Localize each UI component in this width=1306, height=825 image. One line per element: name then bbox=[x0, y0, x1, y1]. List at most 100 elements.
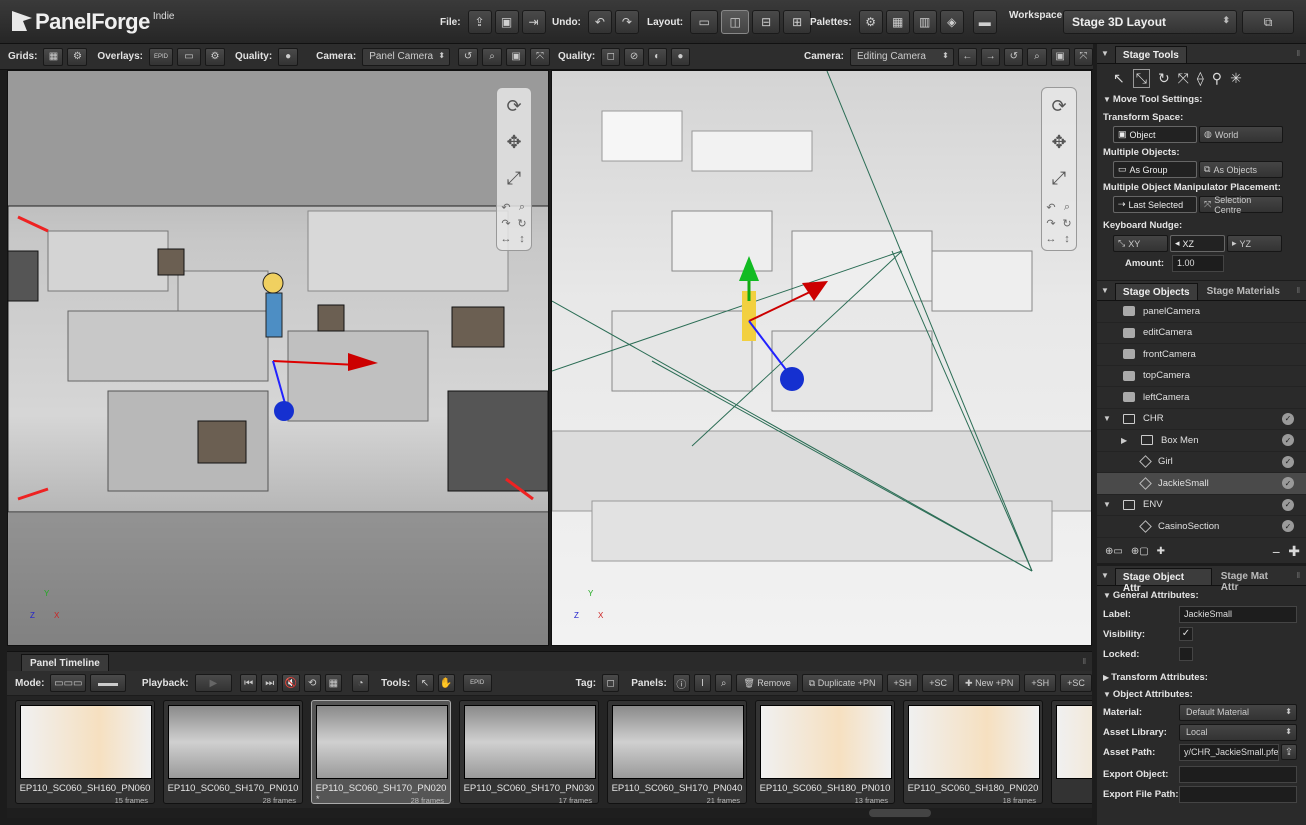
visible-check-icon[interactable]: ✓ bbox=[1282, 520, 1294, 533]
tab-stage-materials[interactable]: Stage Materials bbox=[1200, 283, 1287, 300]
tree-item-editcamera[interactable]: editCamera bbox=[1097, 323, 1306, 344]
tree-item-box-men[interactable]: ▶ Box Men ✓ bbox=[1097, 430, 1306, 452]
visible-check-icon[interactable]: ✓ bbox=[1282, 412, 1294, 425]
tree-item-leftcamera[interactable]: leftCamera bbox=[1097, 387, 1306, 409]
panel-grip-icon[interactable]: ‖ bbox=[1083, 657, 1086, 666]
palette-grid-icon[interactable]: ▦ bbox=[885, 10, 910, 34]
hand-tool-icon[interactable]: ✋ bbox=[437, 674, 455, 692]
orbit-icon[interactable]: ⟳ bbox=[500, 92, 528, 120]
timer-icon[interactable]: ◔ bbox=[351, 674, 370, 692]
export-path-input[interactable] bbox=[1179, 785, 1297, 803]
grid-settings-icon[interactable]: ⚙ bbox=[67, 47, 88, 66]
layout-quad-icon[interactable]: ⊞ bbox=[783, 10, 812, 34]
fit-view-icon[interactable]: ⤧ bbox=[1073, 47, 1093, 66]
panel-text-icon[interactable]: I bbox=[693, 674, 712, 692]
play-icon[interactable]: ▶ bbox=[194, 674, 233, 692]
tab-panel-timeline[interactable]: Panel Timeline bbox=[21, 654, 109, 672]
pan-icon[interactable]: ✥ bbox=[500, 128, 528, 156]
panel-thumbnail[interactable]: EP110_SC060_SH180_PN010 13 frames bbox=[755, 700, 895, 805]
left-camera-select[interactable]: Panel Camera ⬍ bbox=[362, 47, 451, 66]
layout-single-icon[interactable]: ▭ bbox=[690, 10, 719, 34]
loop-icon[interactable]: ⟲ bbox=[303, 674, 321, 692]
tree-item-frontcamera[interactable]: frontCamera bbox=[1097, 344, 1306, 366]
collapse-icon[interactable]: ▼ bbox=[1101, 571, 1109, 580]
panel-thumbnail[interactable]: EP110_SC060_SH170_PN010 28 frames bbox=[163, 700, 303, 805]
tilt-icon[interactable]: ↷ bbox=[499, 216, 513, 230]
rotate-left-icon[interactable]: ↶ bbox=[499, 200, 513, 214]
roll-icon[interactable]: ↻ bbox=[1060, 216, 1074, 230]
remove-button[interactable]: 🗑 Remove bbox=[736, 674, 798, 692]
visible-check-icon[interactable]: ✓ bbox=[1282, 455, 1294, 468]
pick-icon[interactable]: ⌕ bbox=[482, 47, 503, 66]
rotate-left-icon[interactable]: ↶ bbox=[1044, 200, 1058, 214]
window-mode-icon[interactable]: ⧉ bbox=[1242, 10, 1294, 34]
tree-toggle-icon[interactable]: ▼ bbox=[1103, 414, 1111, 423]
transform-attributes-header[interactable]: ▶ Transform Attributes: bbox=[1097, 668, 1306, 686]
new-sc-button[interactable]: +SC bbox=[1060, 674, 1092, 692]
export-icon[interactable]: ⇪ bbox=[467, 10, 492, 34]
transform-object-button[interactable]: ▣ Object bbox=[1113, 126, 1197, 143]
collapse-icon[interactable]: ▼ bbox=[1101, 49, 1109, 58]
arrow-left-icon[interactable]: ← bbox=[957, 47, 977, 66]
amount-input[interactable] bbox=[1172, 254, 1225, 272]
mute-icon[interactable]: 🔇 bbox=[282, 674, 300, 692]
dolly-icon[interactable]: ⤢ bbox=[1045, 164, 1073, 192]
tab-stage-objects[interactable]: Stage Objects bbox=[1114, 283, 1198, 300]
locked-checkbox[interactable] bbox=[1179, 647, 1193, 661]
wireframe-icon[interactable]: ◻ bbox=[601, 47, 621, 66]
arrow-right-icon[interactable]: → bbox=[981, 47, 1001, 66]
full-quality-icon[interactable]: ● bbox=[670, 47, 690, 66]
as-group-button[interactable]: ▭ As Group bbox=[1113, 161, 1197, 178]
tree-item-casinosection[interactable]: CasinoSection ✓ bbox=[1097, 516, 1306, 538]
new-sh-button[interactable]: +SH bbox=[1024, 674, 1057, 692]
workspace-select[interactable]: Stage 3D Layout ⬍ bbox=[1063, 10, 1237, 34]
quality-sphere-icon[interactable]: ● bbox=[278, 47, 299, 66]
material-select[interactable]: Default Material ⬍ bbox=[1179, 703, 1297, 721]
joint-tool-icon[interactable]: ⚲ bbox=[1212, 70, 1222, 87]
duplicate-sh-button[interactable]: +SH bbox=[886, 674, 919, 692]
zoom-icon[interactable]: ⌕ bbox=[1060, 200, 1074, 214]
nudge-xz-button[interactable]: ◂ XZ bbox=[1170, 235, 1225, 252]
tag-select[interactable]: ◻ bbox=[602, 674, 620, 692]
pedestal-icon[interactable]: ↕ bbox=[515, 232, 529, 246]
zoom-icon[interactable]: ⌕ bbox=[515, 200, 529, 214]
select-arrow-icon[interactable]: ↖ bbox=[1113, 70, 1125, 87]
palette-settings-icon[interactable]: ⚙ bbox=[858, 10, 883, 34]
pedestal-icon[interactable]: ↕ bbox=[1060, 232, 1074, 246]
add-folder-icon[interactable]: ⊕▢ bbox=[1131, 546, 1149, 557]
pick-icon[interactable]: ⌕ bbox=[1027, 47, 1047, 66]
layout-split-vertical-icon[interactable]: ◫ bbox=[721, 10, 750, 34]
reset-camera-icon[interactable]: ↺ bbox=[458, 47, 479, 66]
truck-icon[interactable]: ↔ bbox=[499, 232, 513, 246]
visibility-checkbox[interactable]: ✓ bbox=[1179, 627, 1193, 641]
last-selected-button[interactable]: ⇢ Last Selected bbox=[1113, 196, 1197, 213]
panel-thumbnail[interactable]: EP110_SC060_SH180_PN020 18 frames bbox=[903, 700, 1043, 805]
palette-panel-icon[interactable]: ▬ bbox=[972, 10, 997, 34]
tab-stage-tools[interactable]: Stage Tools bbox=[1114, 46, 1187, 63]
rotate-tool-icon[interactable]: ↻ bbox=[1158, 70, 1170, 87]
filmstrip-scrollbar[interactable] bbox=[7, 808, 1092, 818]
tree-item-chr[interactable]: ▼ CHR ✓ bbox=[1097, 409, 1306, 430]
palette-stage-icon[interactable]: ◈ bbox=[939, 10, 964, 34]
remove-object-icon[interactable]: − bbox=[1272, 544, 1280, 560]
overlay-settings-icon[interactable]: ⚙ bbox=[204, 47, 225, 66]
mode-filmstrip-icon[interactable]: ▭▭▭ bbox=[50, 674, 87, 692]
panel-grip-icon[interactable]: ‖ bbox=[1297, 286, 1300, 295]
right-camera-select[interactable]: Editing Camera ⬍ bbox=[850, 47, 954, 66]
nudge-xy-button[interactable]: ⤡ XY bbox=[1113, 235, 1168, 252]
orbit-icon[interactable]: ⟳ bbox=[1045, 92, 1073, 120]
no-shading-icon[interactable]: ⊘ bbox=[624, 47, 644, 66]
object-attributes-header[interactable]: ▼ Object Attributes: bbox=[1097, 686, 1306, 702]
scrollbar-thumb[interactable] bbox=[869, 809, 931, 817]
tree-item-girl[interactable]: Girl ✓ bbox=[1097, 452, 1306, 473]
duplicate-button[interactable]: ⧉ Duplicate +PN bbox=[801, 674, 883, 692]
tilt-icon[interactable]: ↷ bbox=[1044, 216, 1058, 230]
roll-icon[interactable]: ↻ bbox=[515, 216, 529, 230]
collapse-icon[interactable]: ▼ bbox=[1101, 286, 1109, 295]
tree-toggle-icon[interactable]: ▼ bbox=[1103, 500, 1111, 509]
save-icon[interactable]: ▣ bbox=[494, 10, 519, 34]
mode-track-icon[interactable]: ▬▬ bbox=[90, 674, 126, 692]
last-frame-icon[interactable]: ⏭ bbox=[261, 674, 279, 692]
panel-info-icon[interactable]: ⓘ bbox=[672, 674, 690, 692]
nudge-yz-button[interactable]: ▸ YZ bbox=[1227, 235, 1282, 252]
